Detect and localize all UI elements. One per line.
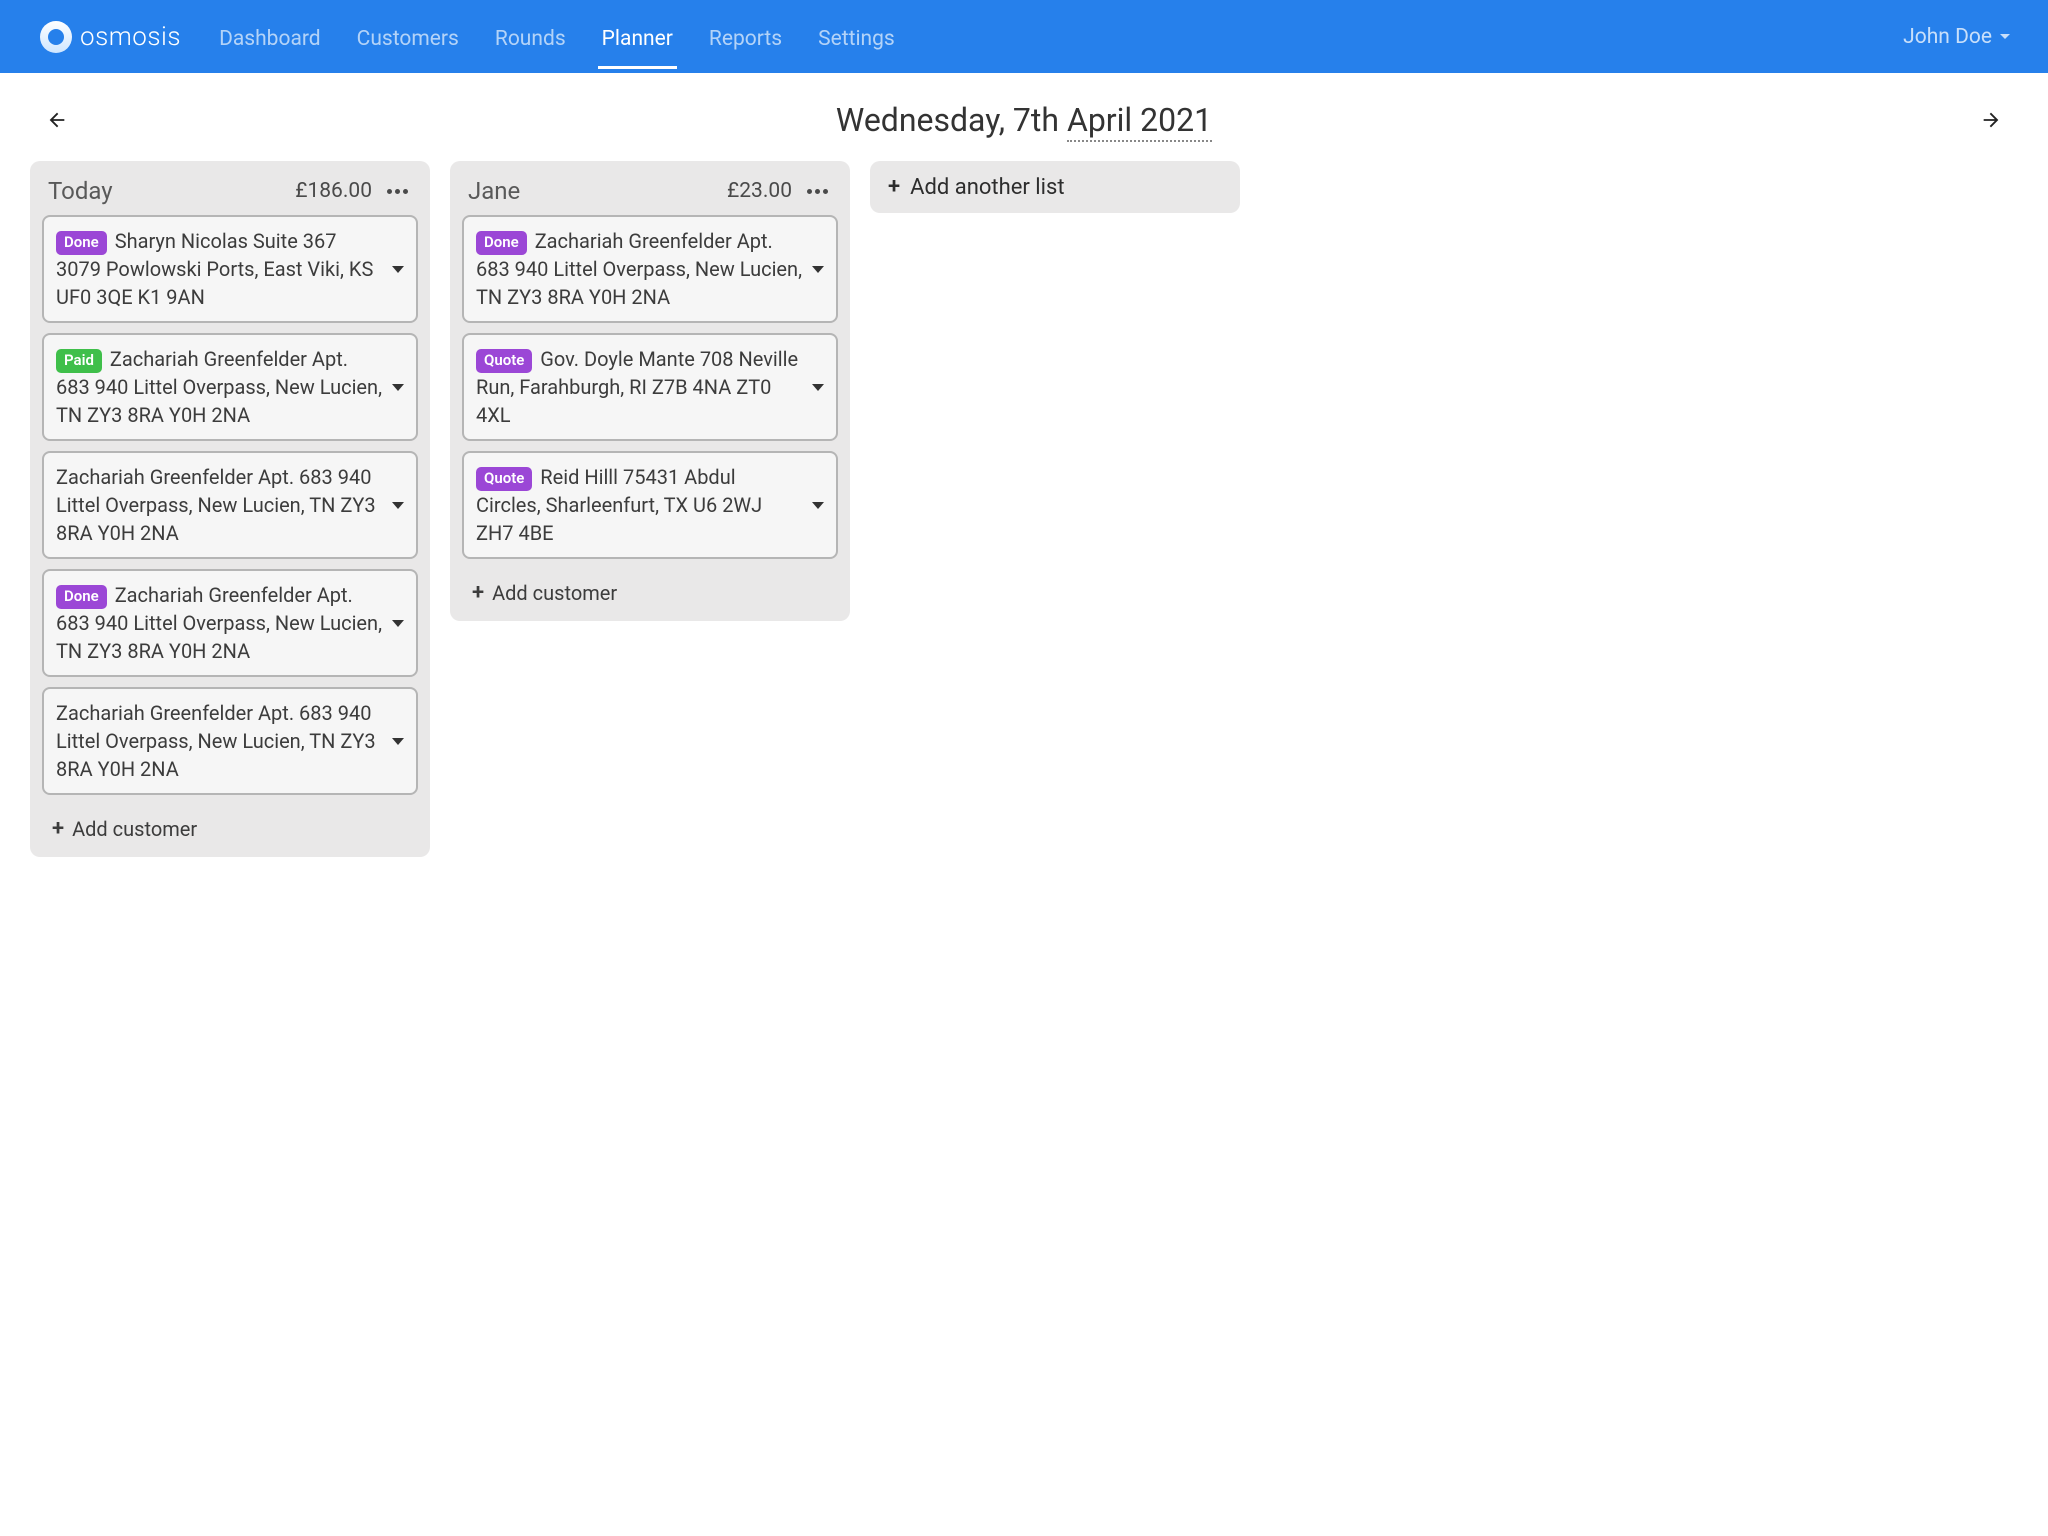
list-title[interactable]: Today	[48, 177, 285, 205]
nav-links: Dashboard Customers Rounds Planner Reports Se…	[215, 5, 1903, 69]
next-day-button[interactable]	[1976, 105, 2006, 135]
date-weekday-day: Wednesday, 7th	[836, 101, 1067, 139]
card-content: Zachariah Greenfelder Apt. 683 940 Litte…	[56, 463, 382, 547]
list-header: Today £186.00	[42, 173, 418, 215]
card[interactable]: Zachariah Greenfelder Apt. 683 940 Litte…	[42, 687, 418, 795]
add-customer-button[interactable]: + Add customer	[462, 569, 838, 607]
brand-logo-icon	[38, 19, 74, 55]
add-customer-button[interactable]: + Add customer	[42, 805, 418, 843]
card-content: Zachariah Greenfelder Apt. 683 940 Litte…	[56, 699, 382, 783]
card-content: Quote Gov. Doyle Mante 708 Neville Run, …	[476, 345, 802, 429]
list-header: Jane £23.00	[462, 173, 838, 215]
card[interactable]: Done Sharyn Nicolas Suite 367 3079 Powlo…	[42, 215, 418, 323]
card[interactable]: Done Zachariah Greenfelder Apt. 683 940 …	[42, 569, 418, 677]
nav-link-reports[interactable]: Reports	[705, 5, 786, 69]
nav-link-dashboard[interactable]: Dashboard	[215, 5, 325, 69]
add-customer-label: Add customer	[72, 817, 197, 841]
card-content: Done Zachariah Greenfelder Apt. 683 940 …	[476, 227, 802, 311]
arrow-left-icon	[46, 109, 68, 131]
board: Today £186.00 Done Sharyn Nicolas Suite 36…	[0, 161, 2048, 887]
card-text: Zachariah Greenfelder Apt. 683 940 Litte…	[56, 347, 382, 427]
brand-name: osmosis	[80, 22, 181, 52]
chevron-down-icon[interactable]	[812, 266, 824, 273]
nav-link-rounds[interactable]: Rounds	[491, 5, 570, 69]
card-content: Paid Zachariah Greenfelder Apt. 683 940 …	[56, 345, 382, 429]
card[interactable]: Quote Gov. Doyle Mante 708 Neville Run, …	[462, 333, 838, 441]
card[interactable]: Done Zachariah Greenfelder Apt. 683 940 …	[462, 215, 838, 323]
card-content: Quote Reid Hilll 75431 Abdul Circles, Sh…	[476, 463, 802, 547]
user-menu[interactable]: John Doe	[1903, 25, 2030, 49]
card[interactable]: Quote Reid Hilll 75431 Abdul Circles, Sh…	[462, 451, 838, 559]
list-total: £23.00	[727, 179, 792, 203]
brand[interactable]: osmosis	[38, 19, 181, 55]
status-badge: Quote	[476, 467, 532, 491]
list: Jane £23.00 Done Zachariah Greenfelder Apt…	[450, 161, 850, 621]
list-total: £186.00	[295, 179, 372, 203]
nav-link-planner[interactable]: Planner	[598, 5, 677, 69]
status-badge: Done	[56, 585, 107, 609]
list-title[interactable]: Jane	[468, 177, 717, 205]
chevron-down-icon	[2000, 34, 2010, 39]
list-menu-button[interactable]	[382, 189, 412, 194]
card-text: Zachariah Greenfelder Apt. 683 940 Litte…	[56, 701, 376, 781]
card-text: Zachariah Greenfelder Apt. 683 940 Litte…	[56, 465, 376, 545]
list: Today £186.00 Done Sharyn Nicolas Suite 36…	[30, 161, 430, 857]
chevron-down-icon[interactable]	[812, 384, 824, 391]
status-badge: Done	[56, 231, 107, 255]
card-content: Done Sharyn Nicolas Suite 367 3079 Powlo…	[56, 227, 382, 311]
status-badge: Quote	[476, 349, 532, 373]
nav-link-settings[interactable]: Settings	[814, 5, 899, 69]
chevron-down-icon[interactable]	[392, 266, 404, 273]
card-content: Done Zachariah Greenfelder Apt. 683 940 …	[56, 581, 382, 665]
prev-day-button[interactable]	[42, 105, 72, 135]
date-nav: Wednesday, 7th April 2021	[0, 73, 2048, 161]
plus-icon: +	[52, 818, 64, 840]
plus-icon: +	[472, 582, 484, 604]
arrow-right-icon	[1980, 109, 2002, 131]
plus-icon: +	[888, 176, 900, 198]
add-list-button[interactable]: + Add another list	[870, 161, 1240, 213]
add-list-label: Add another list	[910, 175, 1064, 200]
chevron-down-icon[interactable]	[392, 384, 404, 391]
card[interactable]: Zachariah Greenfelder Apt. 683 940 Litte…	[42, 451, 418, 559]
chevron-down-icon[interactable]	[392, 738, 404, 745]
status-badge: Done	[476, 231, 527, 255]
chevron-down-icon[interactable]	[392, 620, 404, 627]
chevron-down-icon[interactable]	[812, 502, 824, 509]
date-month-year[interactable]: April 2021	[1067, 101, 1212, 142]
user-name: John Doe	[1903, 25, 1992, 49]
nav-link-customers[interactable]: Customers	[353, 5, 463, 69]
add-customer-label: Add customer	[492, 581, 617, 605]
chevron-down-icon[interactable]	[392, 502, 404, 509]
top-navbar: osmosis Dashboard Customers Rounds Planner R…	[0, 0, 2048, 73]
card[interactable]: Paid Zachariah Greenfelder Apt. 683 940 …	[42, 333, 418, 441]
status-badge: Paid	[56, 349, 102, 373]
list-menu-button[interactable]	[802, 189, 832, 194]
date-title[interactable]: Wednesday, 7th April 2021	[836, 101, 1212, 139]
